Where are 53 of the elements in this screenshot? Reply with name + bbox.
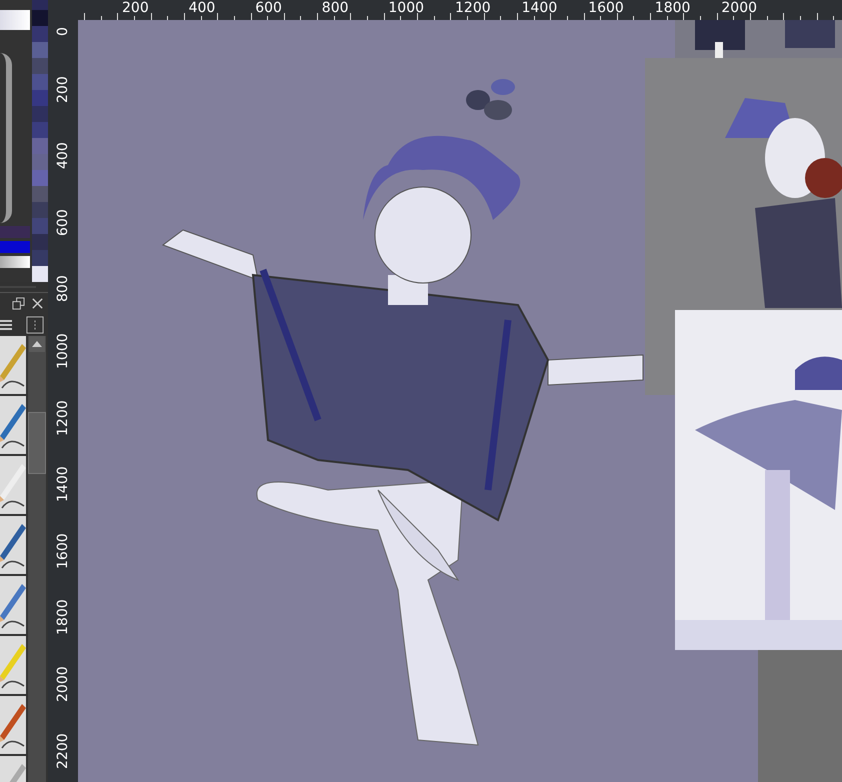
ruler-label: 1600 bbox=[588, 1, 624, 15]
ruler-label: 200 bbox=[122, 1, 149, 15]
ruler-label: 1800 bbox=[56, 600, 70, 636]
color-swatch[interactable] bbox=[32, 10, 48, 26]
ruler-label: 400 bbox=[188, 1, 216, 15]
brush-preset-icon[interactable] bbox=[0, 696, 26, 754]
color-swatch[interactable] bbox=[32, 218, 48, 234]
color-swatch[interactable] bbox=[32, 42, 48, 58]
ruler-label: 200 bbox=[56, 76, 70, 103]
ruler-label: 1800 bbox=[654, 1, 690, 15]
color-swatch[interactable] bbox=[32, 26, 48, 42]
ruler-label: 1200 bbox=[56, 400, 70, 436]
color-swatch[interactable] bbox=[32, 170, 48, 186]
color-swatch[interactable] bbox=[32, 138, 48, 154]
ruler-label: 1200 bbox=[455, 1, 491, 15]
ruler-label: 600 bbox=[56, 209, 70, 236]
ruler-label: 800 bbox=[56, 276, 70, 302]
color-swatch[interactable] bbox=[32, 90, 48, 106]
brush-preset-icon[interactable] bbox=[0, 396, 26, 454]
ruler-label: 2000 bbox=[56, 666, 70, 702]
brush-preset-icon[interactable] bbox=[0, 576, 26, 634]
ruler-label: 0 bbox=[56, 27, 70, 36]
ruler-label: 1000 bbox=[388, 1, 424, 15]
ruler-label: 1400 bbox=[56, 466, 70, 502]
color-swatch[interactable] bbox=[32, 266, 48, 282]
ruler-label: 1600 bbox=[56, 533, 70, 569]
scrollbar-thumb[interactable] bbox=[28, 412, 46, 474]
ruler-label: 1000 bbox=[56, 333, 70, 369]
ruler-label: 2200 bbox=[56, 732, 70, 769]
color-swatch[interactable] bbox=[32, 106, 48, 122]
color-swatch[interactable] bbox=[32, 186, 48, 202]
color-swatch[interactable] bbox=[32, 74, 48, 90]
ruler-label: 600 bbox=[255, 1, 282, 15]
color-swatch[interactable] bbox=[32, 122, 48, 138]
menu-icon[interactable] bbox=[0, 319, 12, 331]
close-icon[interactable] bbox=[31, 297, 44, 310]
view-mode-icon[interactable] bbox=[26, 316, 44, 334]
color-swatch[interactable] bbox=[32, 250, 48, 266]
brush-preset-icon[interactable] bbox=[0, 516, 26, 574]
color-swatch[interactable] bbox=[32, 154, 48, 170]
scroll-up-icon[interactable] bbox=[29, 336, 45, 352]
brush-preset-icon[interactable] bbox=[0, 336, 26, 394]
ruler-label: 2000 bbox=[721, 1, 758, 15]
ruler-label: 1400 bbox=[522, 1, 558, 15]
scrollbar[interactable] bbox=[28, 336, 46, 782]
brush-preset-icon[interactable] bbox=[0, 636, 26, 694]
color-swatch[interactable] bbox=[32, 234, 48, 250]
color-swatch[interactable] bbox=[32, 58, 48, 74]
ruler-label: 400 bbox=[56, 142, 70, 170]
brush-preset-icon[interactable] bbox=[0, 456, 26, 514]
float-icon[interactable] bbox=[12, 297, 25, 310]
color-swatch[interactable] bbox=[32, 202, 48, 218]
ruler-label: 800 bbox=[322, 1, 349, 15]
